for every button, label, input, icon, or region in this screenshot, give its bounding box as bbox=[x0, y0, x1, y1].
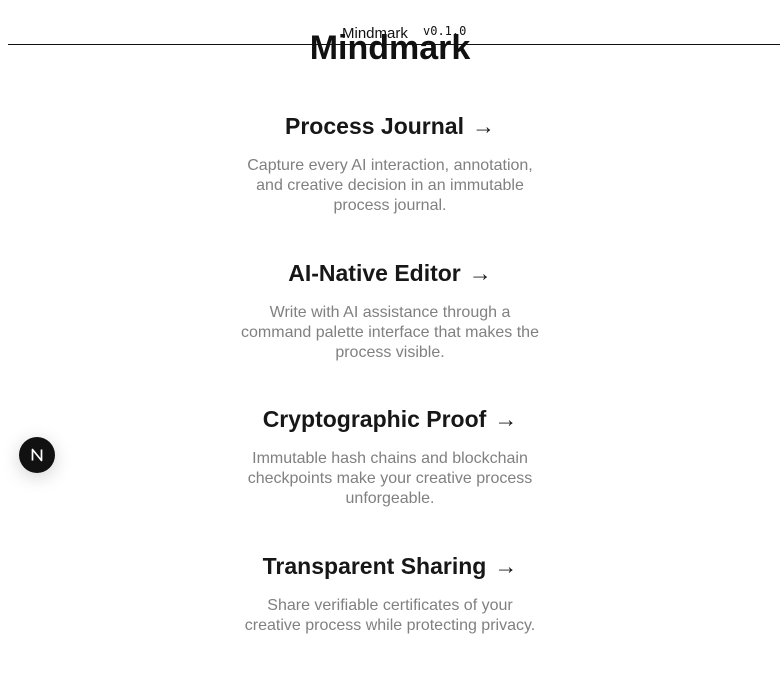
feature-cryptographic-proof: Cryptographic Proof → Immutable hash chai… bbox=[0, 405, 780, 509]
feature-description: Immutable hash chains and blockchain che… bbox=[247, 450, 533, 507]
feature-title: Process Journal bbox=[285, 113, 464, 139]
feature-link-ai-native-editor[interactable]: AI-Native Editor → bbox=[288, 259, 492, 287]
arrow-right-icon: → bbox=[468, 260, 492, 286]
arrow-right-icon: → bbox=[494, 406, 518, 432]
nextjs-logo-icon bbox=[31, 448, 43, 462]
arrow-right-icon: → bbox=[494, 553, 518, 579]
feature-process-journal: Process Journal → Capture every AI intera… bbox=[0, 112, 780, 216]
feature-title: Cryptographic Proof bbox=[262, 406, 487, 432]
feature-link-cryptographic-proof[interactable]: Cryptographic Proof → bbox=[263, 405, 518, 433]
feature-link-process-journal[interactable]: Process Journal → bbox=[285, 112, 495, 140]
feature-ai-native-editor: AI-Native Editor → Write with AI assistan… bbox=[0, 259, 780, 363]
feature-description: Write with AI assistance through a comma… bbox=[241, 304, 539, 361]
feature-transparent-sharing: Transparent Sharing → Share verifiable ce… bbox=[0, 552, 780, 636]
feature-description: Capture every AI interaction, annotation… bbox=[247, 157, 533, 214]
feature-title: AI-Native Editor bbox=[288, 260, 461, 286]
page-title: Mindmark bbox=[309, 29, 471, 67]
feature-description: Share verifiable certificates of your cr… bbox=[244, 597, 536, 634]
arrow-right-icon: → bbox=[471, 113, 495, 139]
feature-link-transparent-sharing[interactable]: Transparent Sharing → bbox=[263, 552, 518, 580]
nextjs-dev-tools-button[interactable] bbox=[19, 437, 55, 473]
feature-title: Transparent Sharing bbox=[262, 553, 487, 579]
